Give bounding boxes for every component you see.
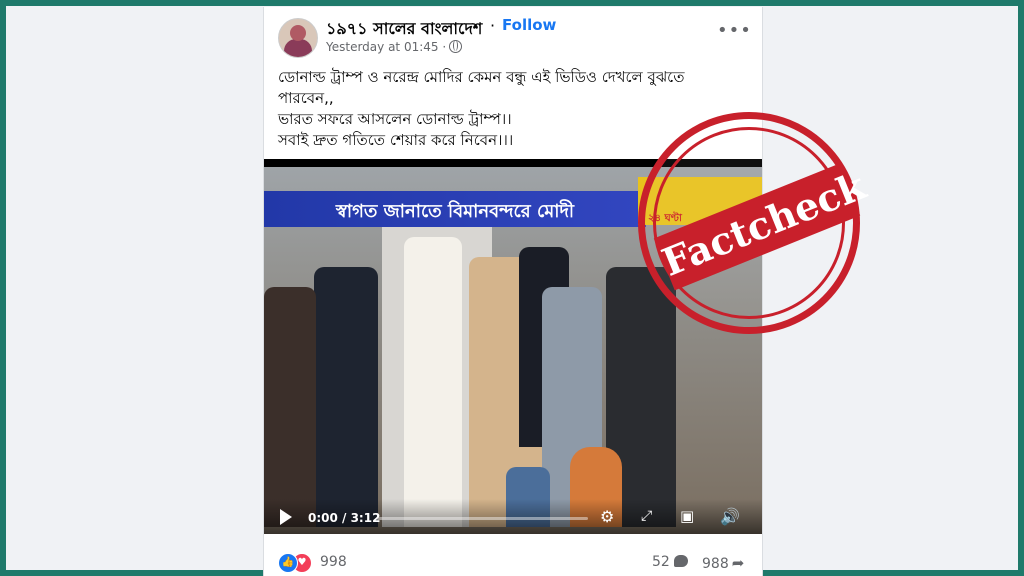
like-reaction-icon: 👍 [278,553,298,573]
video-controls: 0:00 / 3:12 ⚙ ⤢ ▣ 🔊 [264,499,762,534]
settings-icon[interactable]: ⚙ [600,507,614,526]
follow-button[interactable]: Follow [502,16,556,34]
share-count: 988 [702,556,729,572]
video-time: 0:00 / 3:12 [308,511,381,525]
page-avatar[interactable] [278,18,318,58]
person-figure [404,237,462,527]
page-name-link[interactable]: ১৯৭১ সালের বাংলাদেশ [326,16,482,43]
progress-bar[interactable] [376,517,588,520]
more-options-button[interactable]: ••• [717,20,752,41]
caption-line: ডোনাল্ড ট্রাম্প ও নরেন্দ্র মোদির কেমন বন… [278,68,685,86]
comment-count-link[interactable]: 52 [652,554,688,570]
caption-line: পারবেন,, [278,89,334,107]
banner-text: স্বাগত জানাতে বিমানবন্দরে মোদী [335,201,575,222]
person-figure [314,267,378,527]
fullscreen-expand-icon[interactable]: ⤢ [641,508,652,524]
factcheck-stamp-text: Factcheck [653,163,872,291]
comment-icon [673,555,688,567]
globe-icon [449,40,463,53]
post-timestamp[interactable]: Yesterday at 01:45 · [326,40,463,54]
news-banner: স্বাগত জানাতে বিমানবন্দরে মোদী [264,191,646,227]
caption-line: ভারত সফরে আসলেন ডোনাল্ড ট্রাম্প।। [278,110,512,128]
factcheck-stamp: Factcheck [638,112,872,334]
person-figure [264,287,316,527]
volume-icon[interactable]: 🔊 [720,507,740,526]
share-icon: ➦ [731,554,745,572]
share-count-link[interactable]: 988 ➦ [702,554,744,572]
timestamp-text: Yesterday at 01:45 · [326,40,447,54]
picture-in-picture-icon[interactable]: ▣ [680,507,694,525]
reaction-count: 998 [320,554,347,570]
comment-count: 52 [652,554,670,570]
separator-dot: · [490,16,496,35]
play-icon[interactable] [280,509,292,525]
